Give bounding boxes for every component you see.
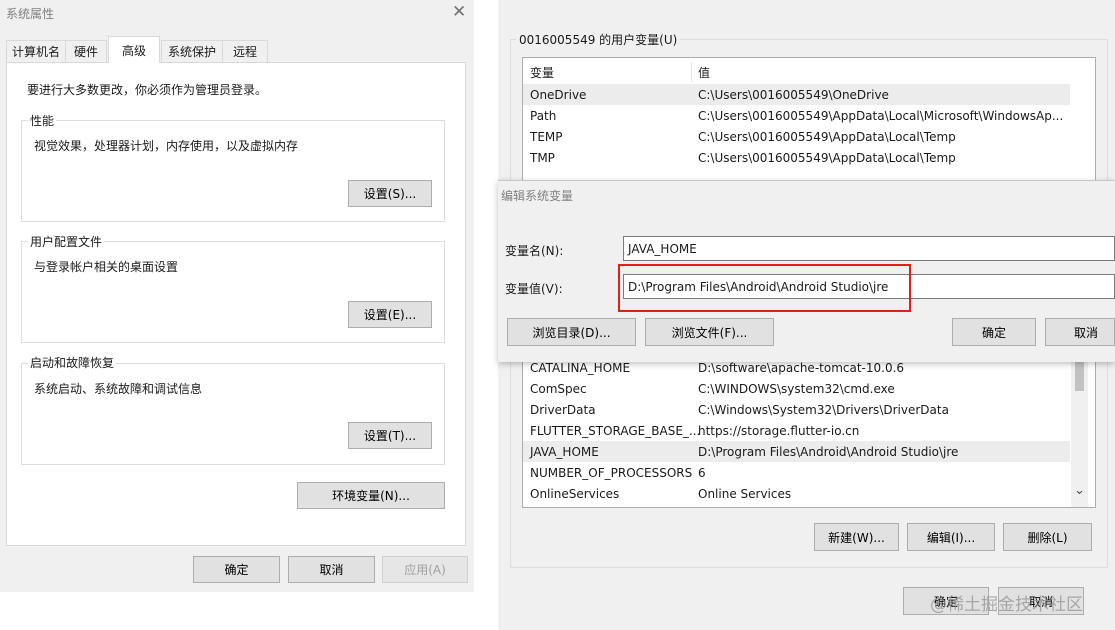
- column-divider: [691, 62, 692, 82]
- scroll-thumb[interactable]: [1075, 361, 1084, 391]
- var-value: C:\Users\0016005549\AppData\Local\Temp: [698, 150, 956, 165]
- startup-settings-button[interactable]: 设置(T)...: [348, 422, 432, 449]
- var-name: FLUTTER_STORAGE_BASE_...: [530, 423, 701, 438]
- system-properties-window: 系统属性 ✕ 计算机名 硬件 高级 系统保护 远程 要进行大多数更改，你必须作为…: [0, 0, 474, 592]
- profile-settings-button[interactable]: 设置(E)...: [348, 301, 432, 328]
- var-value: https://storage.flutter-io.cn: [698, 423, 860, 438]
- environment-variables-button[interactable]: 环境变量(N)...: [297, 482, 445, 509]
- tab-hardware[interactable]: 硬件: [65, 40, 107, 62]
- list-item[interactable]: ComSpec C:\WINDOWS\system32\cmd.exe: [523, 378, 1095, 399]
- list-item[interactable]: TMP C:\Users\0016005549\AppData\Local\Te…: [523, 147, 1095, 168]
- list-item[interactable]: FLUTTER_STORAGE_BASE_... https://storage…: [523, 420, 1095, 441]
- user-vars-list[interactable]: 变量 值 OneDrive C:\Users\0016005549\OneDri…: [522, 57, 1096, 182]
- list-item[interactable]: OneDrive C:\Users\0016005549\OneDrive: [523, 84, 1070, 105]
- var-name: DriverData: [530, 402, 596, 417]
- profile-title: 用户配置文件: [28, 233, 105, 250]
- tab-computer-name[interactable]: 计算机名: [6, 40, 66, 62]
- list-item[interactable]: OnlineServices Online Services: [523, 483, 1095, 504]
- column-header-value[interactable]: 值: [698, 64, 710, 81]
- watermark: @稀土掘金技术社区: [930, 595, 1083, 615]
- var-name: TEMP: [530, 129, 563, 144]
- delete-button[interactable]: 删除(L): [1003, 523, 1092, 551]
- admin-note: 要进行大多数更改，你必须作为管理员登录。: [27, 83, 268, 97]
- startup-title: 启动和故障恢复: [28, 354, 117, 371]
- var-name: OneDrive: [530, 87, 587, 102]
- edit-dialog-title: 编辑系统变量: [501, 189, 574, 203]
- list-header: 变量 值: [523, 60, 1095, 84]
- list-item[interactable]: Path C:\Users\0016005549\AppData\Local\M…: [523, 105, 1095, 126]
- user-vars-title: 0016005549 的用户变量(U): [516, 31, 681, 48]
- tab-system-protection[interactable]: 系统保护: [161, 40, 223, 62]
- edit-button[interactable]: 编辑(I)...: [907, 523, 995, 551]
- var-name: NUMBER_OF_PROCESSORS: [530, 465, 693, 480]
- performance-settings-button[interactable]: 设置(S)...: [348, 180, 432, 207]
- left-cancel-button[interactable]: 取消: [288, 556, 375, 583]
- var-name: OnlineServices: [530, 486, 620, 501]
- browse-directory-button[interactable]: 浏览目录(D)...: [507, 318, 636, 346]
- left-ok-button[interactable]: 确定: [193, 556, 280, 583]
- var-name: JAVA_HOME: [530, 444, 599, 459]
- scroll-down-icon[interactable]: ⌄: [1074, 483, 1085, 498]
- var-value: C:\Users\0016005549\AppData\Local\Temp: [698, 129, 956, 144]
- var-name: Path: [530, 108, 557, 123]
- tab-remote[interactable]: 远程: [222, 40, 268, 62]
- var-value: C:\Users\0016005549\AppData\Local\Micros…: [698, 108, 1064, 123]
- advanced-panel: 要进行大多数更改，你必须作为管理员登录。 性能 视觉效果，处理器计划，内存使用，…: [6, 62, 466, 546]
- var-value: Online Services: [698, 486, 792, 501]
- list-item[interactable]: DriverData C:\Windows\System32\Drivers\D…: [523, 399, 1095, 420]
- startup-desc: 系统启动、系统故障和调试信息: [34, 382, 203, 396]
- column-header-name[interactable]: 变量: [530, 64, 554, 81]
- list-item[interactable]: NUMBER_OF_PROCESSORS 6: [523, 462, 1095, 483]
- performance-title: 性能: [28, 112, 57, 129]
- apply-button[interactable]: 应用(A): [382, 556, 468, 583]
- var-value: C:\Users\0016005549\OneDrive: [698, 87, 889, 102]
- profile-desc: 与登录帐户相关的桌面设置: [34, 260, 179, 274]
- var-value: 6: [698, 465, 706, 480]
- var-name: TMP: [530, 150, 555, 165]
- var-value: D:\Program Files\Android\Android Studio\…: [698, 444, 959, 459]
- list-item-selected[interactable]: JAVA_HOME D:\Program Files\Android\Andro…: [523, 441, 1070, 462]
- variable-name-input[interactable]: JAVA_HOME: [623, 236, 1115, 261]
- tab-advanced[interactable]: 高级: [108, 36, 160, 63]
- edit-cancel-button[interactable]: 取消: [1045, 318, 1115, 346]
- var-value: C:\Windows\System32\Drivers\DriverData: [698, 402, 949, 417]
- performance-desc: 视觉效果，处理器计划，内存使用，以及虚拟内存: [34, 139, 299, 153]
- var-value: C:\WINDOWS\system32\cmd.exe: [698, 381, 895, 396]
- highlight-box: [618, 264, 911, 312]
- edit-ok-button[interactable]: 确定: [952, 318, 1036, 346]
- variable-name-label: 变量名(N):: [505, 244, 564, 258]
- close-icon[interactable]: ✕: [452, 2, 466, 22]
- var-name: CATALINA_HOME: [530, 360, 631, 375]
- scrollbar[interactable]: ⌄: [1071, 341, 1088, 507]
- browse-file-button[interactable]: 浏览文件(F)...: [645, 318, 774, 346]
- list-item[interactable]: TEMP C:\Users\0016005549\AppData\Local\T…: [523, 126, 1095, 147]
- new-button[interactable]: 新建(W)...: [814, 523, 899, 551]
- variable-value-label: 变量值(V):: [505, 282, 563, 296]
- window-title: 系统属性: [6, 7, 55, 21]
- startup-group: [21, 363, 445, 465]
- var-value: D:\software\apache-tomcat-10.0.6: [698, 360, 905, 375]
- system-vars-list[interactable]: CATALINA_HOME D:\software\apache-tomcat-…: [522, 340, 1096, 508]
- var-name: ComSpec: [530, 381, 587, 396]
